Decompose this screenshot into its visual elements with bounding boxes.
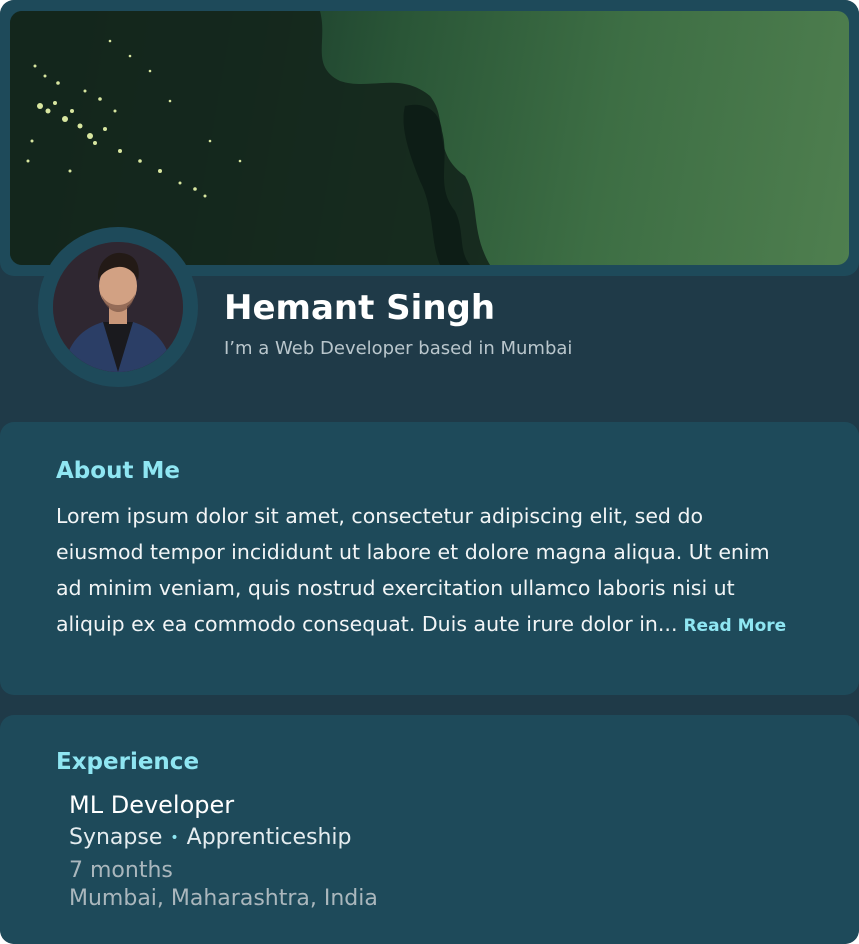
about-text: Lorem ipsum dolor sit amet, consectetur … <box>56 504 770 636</box>
about-title: About Me <box>56 458 180 484</box>
profile-tagline: I’m a Web Developer based in Mumbai <box>224 338 573 359</box>
job-meta: Synapse • Apprenticeship <box>69 825 352 850</box>
satellite-map-illustration <box>10 11 490 265</box>
job-role: ML Developer <box>69 791 235 819</box>
avatar-ring <box>38 227 198 387</box>
avatar[interactable] <box>53 242 183 372</box>
read-more-link[interactable]: Read More <box>683 616 786 636</box>
job-duration: 7 months <box>69 858 173 883</box>
job-location: Mumbai, Maharashtra, India <box>69 886 378 911</box>
experience-section: Experience ML Developer Synapse • Apprenti… <box>0 715 859 944</box>
experience-title: Experience <box>56 749 200 775</box>
about-text-block: Lorem ipsum dolor sit amet, consectetur … <box>56 498 796 644</box>
job-company: Synapse <box>69 825 163 850</box>
profile-photo-icon <box>53 242 183 372</box>
profile-card: Hemant Singh I’m a Web Developer based i… <box>0 0 859 944</box>
about-section: About Me Lorem ipsum dolor sit amet, con… <box>0 422 859 695</box>
job-type: Apprenticeship <box>186 825 352 850</box>
profile-name: Hemant Singh <box>224 288 496 328</box>
cover-banner <box>10 11 849 265</box>
separator-dot: • <box>170 830 179 846</box>
